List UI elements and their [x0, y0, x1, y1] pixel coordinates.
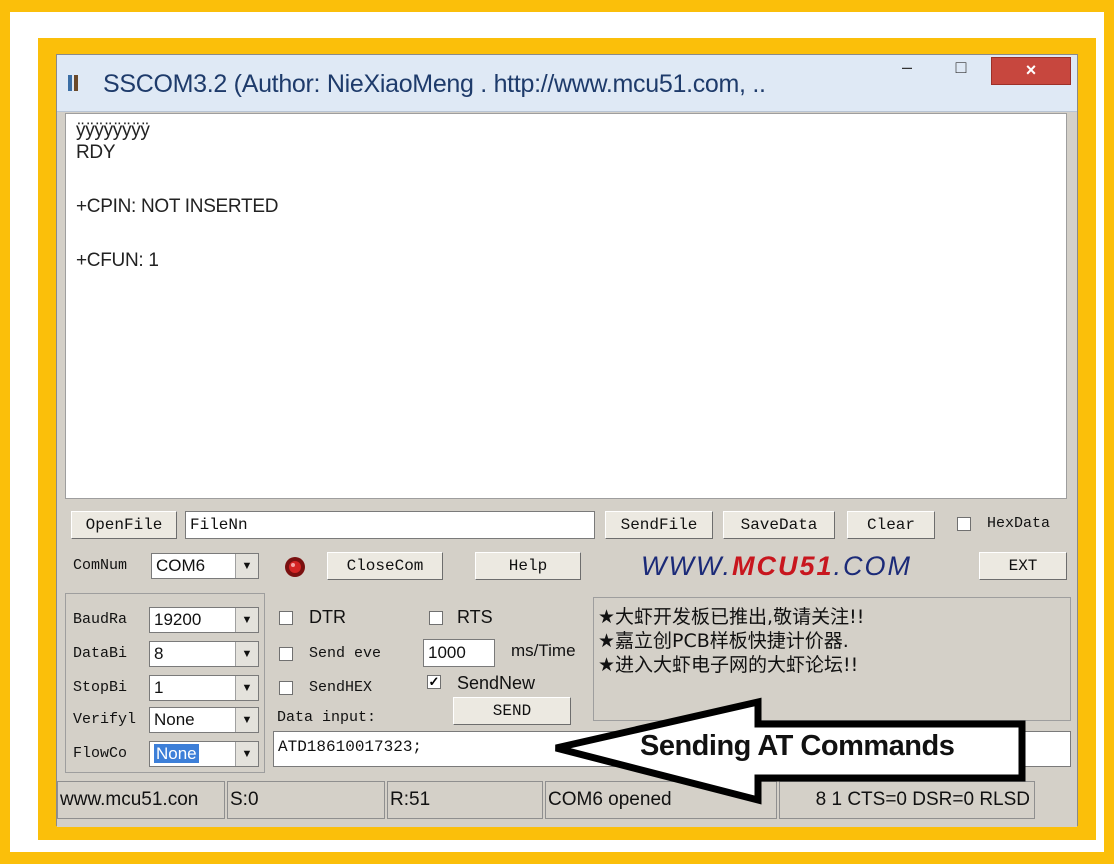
annotation-label: Sending AT Commands — [640, 730, 955, 762]
